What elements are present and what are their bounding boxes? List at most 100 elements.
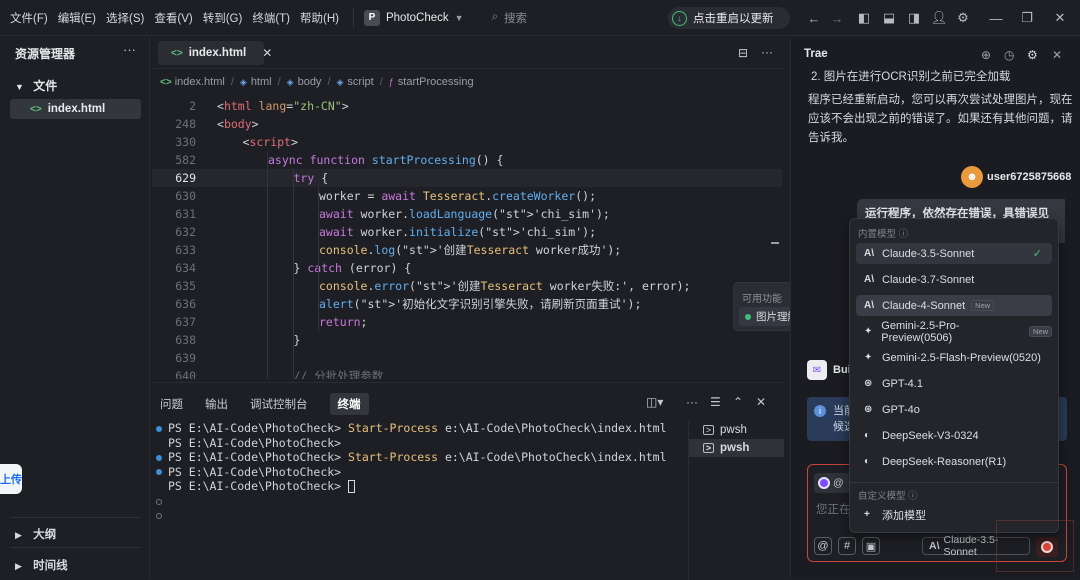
code-line[interactable]: 630 worker = await Tesseract.createWorker… — [152, 187, 782, 205]
model-option[interactable]: ◐ DeepSeek-Reasoner(R1) — [856, 451, 1052, 472]
model-option[interactable]: A\ Claude-3.7-Sonnet — [856, 269, 1052, 290]
code-line[interactable]: 330 <script> — [152, 133, 782, 151]
more-icon[interactable]: ··· — [123, 42, 136, 57]
restart-update-button[interactable]: ↓ 点击重启以更新 — [668, 7, 790, 29]
tag-icon: ◈ — [239, 76, 247, 87]
code-line[interactable]: 633 console.log("st">'创建Tesseract worker成… — [152, 241, 782, 259]
maximize-panel-icon[interactable]: ⌃ — [733, 395, 743, 409]
section-outline[interactable]: ▶ 大纲 — [15, 526, 56, 542]
code-text: <body> — [217, 117, 259, 131]
code-line[interactable]: 636 alert("st">'初始化文字识别引擎失败，请刷新页面重试'); — [152, 295, 782, 313]
menu-view[interactable]: 查看(V) — [154, 10, 192, 26]
tab-debug-console[interactable]: 调试控制台 — [250, 396, 308, 412]
tab-output[interactable]: 输出 — [205, 396, 228, 412]
split-editor-icon[interactable]: ⊟ — [738, 46, 748, 60]
deepseek-icon: ◐ — [864, 456, 871, 467]
breadcrumb-script[interactable]: script — [347, 76, 373, 88]
model-dropdown: 内置模型 ⓘ A\ Claude-3.5-Sonnet ✓ A\ Claude-3.7-… — [849, 218, 1059, 533]
model-option[interactable]: ✦ Gemini-2.5-Flash-Preview(0520) — [856, 347, 1052, 368]
update-label: 点击重启以更新 — [693, 13, 774, 25]
code-line[interactable]: 631 await worker.loadLanguage("st">'chi_s… — [152, 205, 782, 223]
model-option[interactable]: A\ Claude-4-Sonnet New — [856, 295, 1052, 316]
explorer-title: 资源管理器 — [15, 47, 76, 61]
breadcrumb-html[interactable]: html — [251, 76, 272, 88]
code-line[interactable]: 637 return; — [152, 313, 782, 331]
terminal-prompt: PS E:\AI-Code\PhotoCheck> — [168, 421, 349, 435]
line-number: 582 — [175, 153, 196, 167]
panel-tabs: 问题 输出 调试控制台 终端 — [160, 393, 391, 415]
model-option[interactable]: ◐ DeepSeek-V3-0324 — [856, 425, 1052, 446]
code-line[interactable]: 635 console.error("st">'创建Tesseract worke… — [152, 277, 782, 295]
minimize-icon[interactable]: — — [988, 10, 1004, 26]
code-line[interactable]: 640 // 分批处理参数 — [152, 367, 782, 379]
menu-terminal[interactable]: 终端(T) — [252, 10, 290, 26]
panel-layout-icon[interactable]: ☰ — [710, 395, 721, 409]
model-option[interactable]: A\ Claude-3.5-Sonnet ✓ — [856, 243, 1052, 264]
account-icon[interactable]: 👤︎ — [931, 10, 948, 26]
line-number: 634 — [175, 261, 196, 275]
code-line[interactable]: 582 async function startProcessing() { — [152, 151, 782, 169]
code-area[interactable]: 2 <html lang="zh-CN"> 248 <body> 330 <script>… — [152, 97, 782, 379]
more-icon[interactable]: ··· — [761, 45, 773, 59]
anthropic-icon: A\ — [864, 300, 874, 311]
hash-icon[interactable]: # — [838, 537, 856, 555]
search-box[interactable]: ⌕ 搜索 — [492, 10, 527, 26]
check-icon: ✓ — [1032, 248, 1042, 260]
menu-edit[interactable]: 编辑(E) — [58, 10, 96, 26]
terminal-prompt: PS E:\AI-Code\PhotoCheck> — [168, 435, 349, 450]
breadcrumb-file[interactable]: index.html — [175, 76, 225, 88]
breadcrumb-function[interactable]: startProcessing — [398, 76, 474, 88]
breadcrumb-body[interactable]: body — [298, 76, 322, 88]
image-icon[interactable]: ▣ — [862, 537, 880, 555]
close-icon[interactable]: ✕ — [756, 395, 766, 409]
back-arrow-icon[interactable]: ← — [806, 10, 822, 26]
close-icon[interactable]: ✕ — [1052, 48, 1062, 62]
forward-arrow-icon[interactable]: → — [829, 10, 845, 26]
project-switcher[interactable]: P PhotoCheck ▼ — [352, 7, 464, 28]
history-icon[interactable]: ◷ — [1004, 48, 1014, 62]
settings-icon[interactable]: ⚙ — [955, 10, 971, 26]
folder-files[interactable]: ▼ 文件 — [15, 77, 57, 94]
settings-icon[interactable]: ⚙ — [1027, 48, 1038, 62]
html-file-icon: <> — [30, 103, 42, 115]
context-chip[interactable]: @ — [814, 473, 854, 493]
mention-icon[interactable]: @ — [814, 537, 832, 555]
model-option[interactable]: ⊛ GPT-4o — [856, 399, 1052, 420]
code-line[interactable]: 634} catch (error) { — [152, 259, 782, 277]
more-icon[interactable]: ··· — [686, 395, 698, 409]
tab-terminal[interactable]: 终端 — [329, 393, 369, 415]
restore-icon[interactable]: ❐ — [1019, 10, 1035, 26]
tab-index-html[interactable]: <> index.html ✕ — [158, 41, 272, 65]
code-line[interactable]: 248 <body> — [152, 115, 782, 133]
menu-go[interactable]: 转到(G) — [203, 10, 243, 26]
new-chat-icon[interactable]: ⊕ — [981, 48, 991, 62]
code-line[interactable]: 2 <html lang="zh-CN"> — [152, 97, 782, 115]
menu-help[interactable]: 帮助(H) — [300, 10, 339, 26]
model-name: Claude-4-Sonnet — [882, 299, 966, 312]
file-index-html[interactable]: <> index.html — [10, 99, 141, 119]
code-text: } — [293, 333, 301, 347]
chevron-down-icon: ▼ — [454, 12, 464, 23]
code-line[interactable]: 638} — [152, 331, 782, 349]
builtin-models-label: 内置模型 ⓘ — [858, 229, 909, 240]
close-icon[interactable]: ✕ — [262, 46, 272, 60]
tab-problems[interactable]: 问题 — [160, 396, 183, 412]
split-terminal-icon[interactable]: ◫▾ — [646, 395, 663, 409]
close-icon[interactable]: ✕ — [1052, 10, 1068, 26]
menu-file[interactable]: 文件(F) — [10, 10, 48, 26]
terminal-item-active[interactable]: > pwsh — [689, 439, 784, 457]
toggle-chat-icon[interactable]: ◨ — [906, 10, 922, 26]
menu-selection[interactable]: 选择(S) — [106, 10, 144, 26]
toggle-panel-icon[interactable]: ⬓ — [881, 10, 897, 26]
model-option[interactable]: ✦ Gemini-2.5-Pro-Preview(0506) New — [856, 320, 1052, 344]
section-timeline[interactable]: ▶ 时间线 — [15, 557, 68, 573]
code-line[interactable]: 639 — [152, 349, 782, 367]
model-option[interactable]: ⊛ GPT-4.1 — [856, 373, 1052, 394]
gemini-icon: ✦ — [864, 326, 873, 337]
toggle-sidebar-icon[interactable]: ◧ — [856, 10, 872, 26]
code-line[interactable]: 632 await worker.initialize("st">'chi_sim… — [152, 223, 782, 241]
upload-button[interactable]: 上传 — [0, 464, 22, 494]
code-line[interactable]: 629 try { — [152, 169, 782, 187]
terminal-item[interactable]: > pwsh — [689, 421, 784, 439]
html-file-icon: <> — [160, 76, 172, 88]
